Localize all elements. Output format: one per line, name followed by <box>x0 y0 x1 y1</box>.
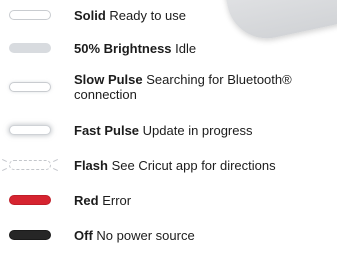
swatch-cell <box>0 2 74 28</box>
legend-row-red: Red Error <box>0 187 337 213</box>
light-swatch-red <box>9 195 51 205</box>
light-swatch-dim <box>9 43 51 53</box>
legend-row-fast-pulse: Fast Pulse Update in progress <box>0 117 337 143</box>
legend-text: Solid Ready to use <box>74 8 186 23</box>
flash-ray-icon <box>53 167 58 172</box>
legend-text: Off No power source <box>74 228 195 243</box>
swatch-cell <box>0 152 74 178</box>
legend-text: Slow Pulse Searching for Bluetooth® conn… <box>74 72 324 102</box>
flash-ray-icon <box>53 158 58 163</box>
flash-ray-icon <box>2 158 7 163</box>
legend-text: Red Error <box>74 193 131 208</box>
legend-description: Ready to use <box>109 7 187 23</box>
legend-row-slow-pulse: Slow Pulse Searching for Bluetooth® conn… <box>0 68 337 106</box>
legend-description: Idle <box>175 40 197 56</box>
legend-title: Red <box>74 192 99 208</box>
swatch-cell <box>0 187 74 213</box>
legend-title: 50% Brightness <box>74 40 172 56</box>
legend-title: Flash <box>74 157 108 173</box>
legend-row-off: Off No power source <box>0 222 337 248</box>
legend-text: Fast Pulse Update in progress <box>74 123 253 138</box>
legend-row-flash: Flash See Cricut app for directions <box>0 152 337 178</box>
legend-text: 50% Brightness Idle <box>74 41 196 56</box>
flash-ray-icon <box>2 167 7 172</box>
legend-row-solid: Solid Ready to use <box>0 2 337 28</box>
legend-description: Error <box>102 192 132 208</box>
legend-description: No power source <box>96 227 195 243</box>
legend-title: Off <box>74 227 93 243</box>
light-swatch-slow-pulse <box>9 82 51 92</box>
light-swatch-fast-pulse <box>9 125 51 135</box>
legend-description: See Cricut app for directions <box>111 157 276 173</box>
legend-title: Fast Pulse <box>74 122 140 138</box>
light-swatch-off <box>9 230 51 240</box>
legend-title: Slow Pulse <box>74 72 143 87</box>
legend-title: Solid <box>74 7 106 23</box>
swatch-cell <box>0 74 74 100</box>
legend-row-brightness: 50% Brightness Idle <box>0 35 337 61</box>
light-swatch-solid <box>9 10 51 20</box>
swatch-cell <box>0 35 74 61</box>
swatch-cell <box>0 117 74 143</box>
swatch-cell <box>0 222 74 248</box>
light-swatch-flash <box>9 160 51 170</box>
legend-description: Update in progress <box>142 122 253 138</box>
legend-text: Flash See Cricut app for directions <box>74 158 276 173</box>
light-status-legend: Solid Ready to use 50% Brightness Idle S… <box>0 0 337 256</box>
